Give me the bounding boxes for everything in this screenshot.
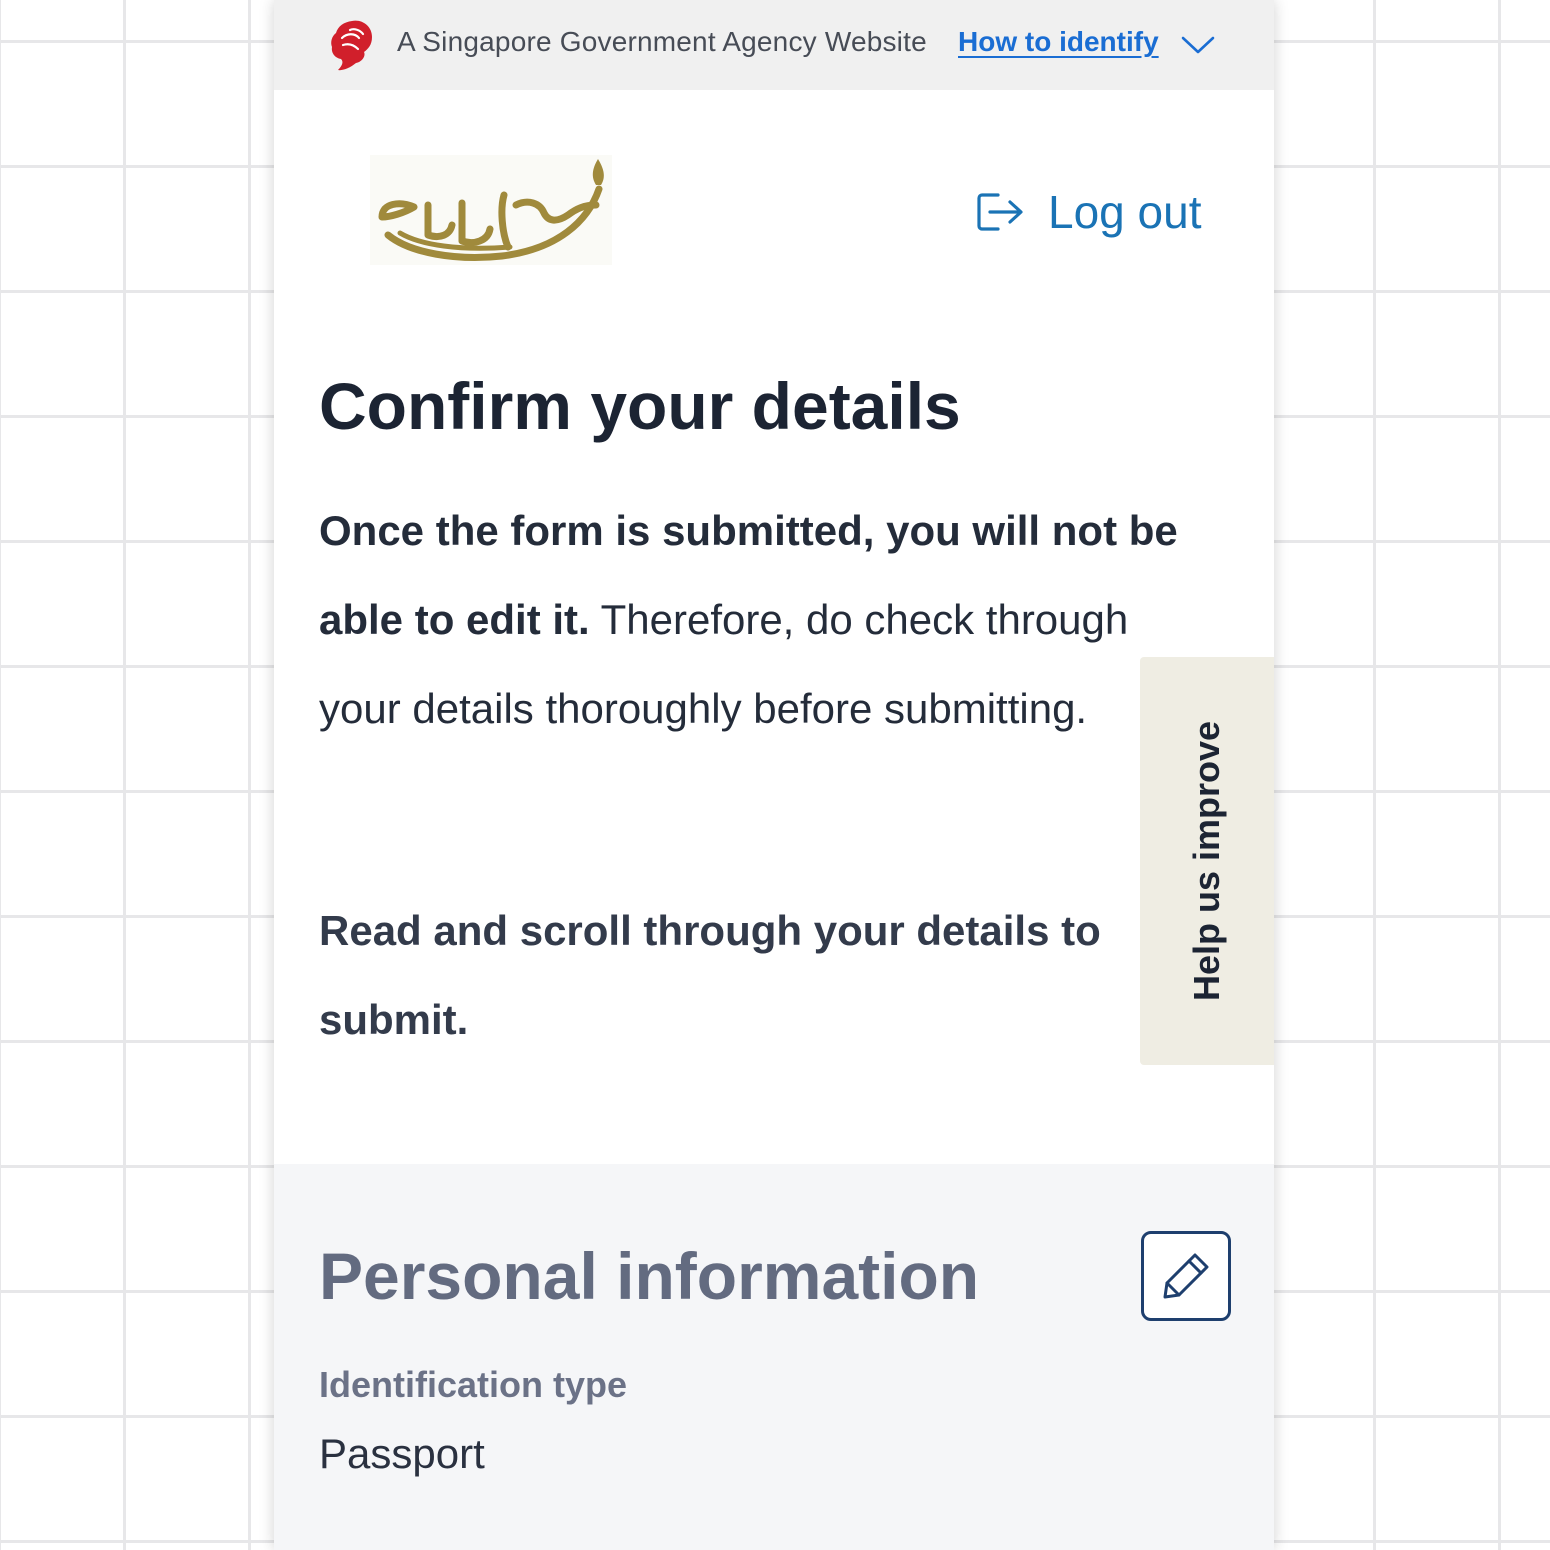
how-to-identify-link[interactable]: How to identify [958, 26, 1159, 58]
intro-paragraph: Once the form is submitted, you will not… [319, 486, 1199, 753]
lamp-logo-graphic [378, 159, 604, 261]
logout-label: Log out [1048, 186, 1202, 238]
field-value-identification-type: Passport [319, 1430, 485, 1477]
personal-information-section: Personal information Identification type… [274, 1164, 1274, 1550]
help-us-improve-tab[interactable]: Help us improve [1140, 657, 1274, 1065]
chevron-down-icon[interactable] [1180, 30, 1216, 60]
pencil-icon [1163, 1253, 1209, 1299]
government-masthead: A Singapore Government Agency Website Ho… [274, 0, 1274, 90]
lion-head-icon [331, 20, 372, 71]
mobile-page: A Singapore Government Agency Website Ho… [274, 0, 1274, 1550]
page-title: Confirm your details [319, 369, 961, 443]
logout-button[interactable]: Log out [976, 180, 1201, 244]
logout-icon [977, 193, 1023, 231]
scroll-instruction: Read and scroll through your details to … [319, 907, 1101, 1043]
agency-logo [370, 155, 612, 265]
field-label-identification-type: Identification type [319, 1364, 628, 1405]
masthead-text: A Singapore Government Agency Website [397, 26, 927, 57]
edit-personal-info-button[interactable] [1141, 1231, 1231, 1321]
section-title: Personal information [319, 1239, 980, 1313]
help-tab-label: Help us improve [1186, 720, 1227, 1002]
